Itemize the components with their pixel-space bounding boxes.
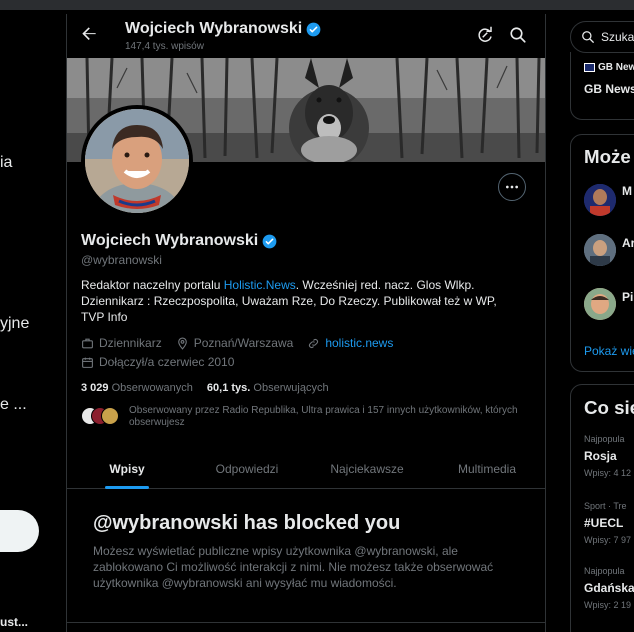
blocked-notice: @wybranowski has blocked you Możesz wyśw… <box>93 512 513 591</box>
link-icon <box>309 338 319 348</box>
search-box[interactable]: Szukaj <box>570 21 634 53</box>
tab-media[interactable]: Multimedia <box>427 449 545 488</box>
show-more-link[interactable]: Pokaż wie <box>584 344 634 358</box>
profile-bio: Redaktor naczelny portalu Holistic.News.… <box>81 277 521 325</box>
header-profile-name: Wojciech Wybranowski <box>125 20 321 38</box>
following-link[interactable]: 3 029 Obserwowanych <box>81 382 193 394</box>
profile-location: Poznań/Warszawa <box>176 336 294 350</box>
tab-replies[interactable]: Odpowiedzi <box>187 449 307 488</box>
trends-heading: Co się <box>584 397 634 418</box>
followers-link[interactable]: 60,1 tys. Obserwujących <box>207 382 329 394</box>
trend-name[interactable]: Gdańska <box>584 581 634 595</box>
suggested-name[interactable]: Ar <box>622 236 634 250</box>
header-post-count: 147,4 tys. wpisów <box>125 41 204 52</box>
bio-text: Dziennikarz : Rzeczpospolita, Uważam Rze… <box>81 294 497 324</box>
blocked-title: @wybranowski has blocked you <box>93 512 401 534</box>
trend-category: Najpopula <box>584 434 625 444</box>
trends-title: Co się <box>584 397 634 419</box>
trend-count: Wpisy: 4 12 <box>584 468 632 478</box>
followers-label: Obserwujących <box>253 382 329 394</box>
bio-text: Redaktor naczelny portalu <box>81 278 224 292</box>
following-count: 3 029 <box>81 382 109 394</box>
nav-item-label[interactable]: e ... <box>0 396 27 414</box>
profile-column: Wojciech Wybranowski 147,4 tys. wpisów W… <box>66 14 546 632</box>
followed-by-row[interactable]: Obserwowany przez Radio Republika, Ultra… <box>81 405 521 429</box>
divider <box>67 622 545 623</box>
calendar-icon <box>82 357 93 368</box>
suggested-avatar[interactable] <box>584 288 616 320</box>
bio-link[interactable]: Holistic.News <box>224 278 296 292</box>
blocked-body: Możesz wyświetlać publiczne wpisy użytko… <box>93 544 494 590</box>
profile-handle: @wybranowski <box>81 253 162 267</box>
verified-badge-icon[interactable] <box>262 234 277 249</box>
news-title[interactable]: GB News <box>584 82 634 96</box>
suggested-avatar[interactable] <box>584 184 616 216</box>
follow-counts: 3 029 Obserwowanych 60,1 tys. Obserwując… <box>81 382 329 394</box>
trend-name[interactable]: Rosja <box>584 449 617 463</box>
who-to-follow-title: Może C <box>584 146 634 168</box>
briefcase-icon <box>82 338 93 348</box>
more-options-button[interactable] <box>498 173 526 201</box>
followed-by-avatars <box>81 407 121 427</box>
trend-count: Wpisy: 7 97 <box>584 535 632 545</box>
profile-name-text: Wojciech Wybranowski <box>81 232 259 249</box>
trend-name[interactable]: #UECL <box>584 516 623 530</box>
gb-news-logo-icon <box>584 63 595 72</box>
following-label: Obserwowanych <box>111 382 193 394</box>
profile-website[interactable]: holistic.news <box>307 336 393 350</box>
mutual-avatar <box>101 407 119 425</box>
suggested-avatar[interactable] <box>584 234 616 266</box>
profile-avatar[interactable] <box>81 105 193 217</box>
trend-count: Wpisy: 2 19 <box>584 600 632 610</box>
tab-posts[interactable]: Wpisy <box>67 449 187 489</box>
followers-count: 60,1 tys. <box>206 382 251 394</box>
verified-badge-icon <box>306 22 321 36</box>
suggested-avatar-photo <box>584 288 616 320</box>
profile-category: Dziennikarz <box>81 336 162 350</box>
suggested-name[interactable]: M <box>622 184 632 198</box>
nav-item-label[interactable]: yjne <box>0 315 29 333</box>
browser-top-strip <box>0 0 634 10</box>
refresh-icon[interactable] <box>476 26 494 44</box>
tab-highlights[interactable]: Najciekawsze <box>307 449 427 488</box>
profile-name: Wojciech Wybranowski <box>81 232 277 250</box>
nav-item-label[interactable]: ia <box>0 154 12 172</box>
suggested-avatar-photo <box>584 184 616 216</box>
location-text: Poznań/Warszawa <box>193 336 294 350</box>
news-source: GB New <box>584 62 634 73</box>
profile-meta-row: Dziennikarz Poznań/Warszawa holistic.new… <box>81 336 393 350</box>
followed-by-text: Obserwowany przez Radio Republika, Ultra… <box>129 405 518 428</box>
joined-text: Dołączył/a czerwiec 2010 <box>99 355 235 369</box>
location-icon <box>177 337 187 350</box>
search-icon[interactable] <box>509 26 527 44</box>
account-switcher[interactable]: ust... <box>0 615 28 629</box>
news-source-name: GB New <box>598 62 634 73</box>
who-to-follow-heading: Może C <box>584 146 634 167</box>
profile-header-bar: Wojciech Wybranowski 147,4 tys. wpisów <box>67 14 545 58</box>
search-icon <box>582 31 594 43</box>
post-button[interactable] <box>0 510 39 552</box>
avatar-photo <box>85 109 189 213</box>
website-link[interactable]: holistic.news <box>325 336 393 350</box>
search-placeholder: Szukaj <box>601 30 634 44</box>
profile-tabs: Wpisy Odpowiedzi Najciekawsze Multimedia <box>67 449 545 489</box>
suggested-name[interactable]: Pi <box>622 290 633 304</box>
suggested-avatar-photo <box>584 234 616 266</box>
header-name-text: Wojciech Wybranowski <box>125 20 303 37</box>
profile-joined: Dołączył/a czerwiec 2010 <box>81 355 234 369</box>
category-text: Dziennikarz <box>99 336 162 350</box>
back-arrow-icon[interactable] <box>79 24 99 44</box>
trend-category: Najpopula <box>584 566 625 576</box>
trend-category: Sport · Tre <box>584 501 627 511</box>
more-icon <box>506 185 518 189</box>
profile-joined-row: Dołączył/a czerwiec 2010 <box>81 355 234 369</box>
bio-text: . Wcześniej red. nacz. Glos Wlkp. <box>295 278 475 292</box>
